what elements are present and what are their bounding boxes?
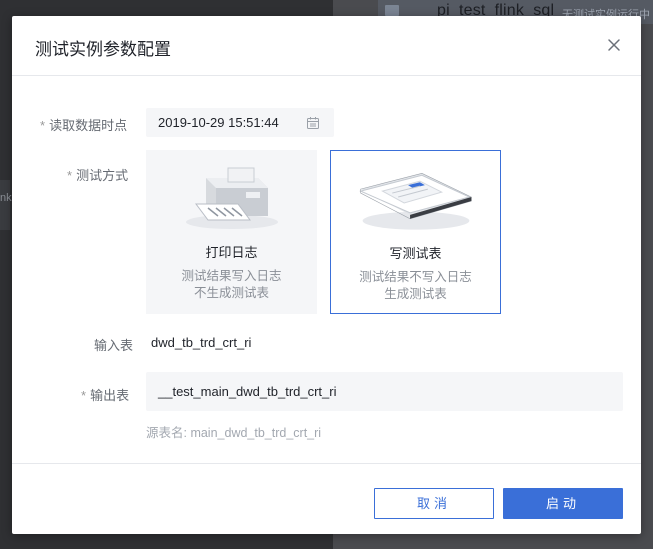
required-mark: *	[40, 118, 46, 133]
mode-card-write-table[interactable]: 写测试表 测试结果不写入日志 生成测试表	[330, 150, 501, 314]
mode-card-description: 测试结果写入日志 不生成测试表	[146, 268, 317, 302]
output-table-value: __test_main_dwd_tb_trd_crt_ri	[158, 384, 337, 399]
output-table-label: * 输出表	[81, 385, 129, 404]
calendar-icon	[307, 117, 319, 129]
background-side-block	[0, 180, 10, 230]
output-table-input[interactable]: __test_main_dwd_tb_trd_crt_ri	[146, 372, 623, 411]
source-table-hint: 源表名: main_dwd_tb_trd_crt_ri	[146, 426, 322, 440]
mode-card-title: 写测试表	[389, 246, 442, 261]
input-table-value: dwd_tb_trd_crt_ri	[151, 335, 252, 350]
input-table-label: 输入表	[94, 338, 134, 353]
mode-card-desc-line: 不生成测试表	[193, 286, 269, 300]
printer-icon	[186, 167, 278, 229]
cancel-button[interactable]: 取消	[374, 488, 494, 519]
read-time-label: * 读取数据时点	[40, 115, 127, 134]
read-time-label-text: 读取数据时点	[49, 118, 128, 133]
mode-card-print-log[interactable]: 打印日志 测试结果写入日志 不生成测试表	[146, 150, 317, 314]
start-button[interactable]: 启动	[503, 488, 623, 519]
test-mode-label-text: 测试方式	[76, 168, 129, 183]
dialog-title: 测试实例参数配置	[35, 40, 171, 59]
test-mode-label: * 测试方式	[67, 165, 128, 184]
background-side-text: nk	[0, 192, 12, 204]
required-mark: *	[81, 388, 87, 403]
mode-card-desc-line: 生成测试表	[384, 287, 447, 301]
mode-card-desc-line: 测试结果写入日志	[181, 269, 282, 283]
folder-icon	[385, 5, 399, 16]
mode-card-description: 测试结果不写入日志 生成测试表	[331, 269, 500, 303]
table-sheet-icon	[359, 172, 472, 230]
dialog-footer: 取消 启动	[12, 463, 641, 534]
dialog-header: 测试实例参数配置	[12, 16, 641, 76]
close-icon[interactable]	[604, 35, 624, 55]
test-instance-config-dialog: 测试实例参数配置 * 读取数据时点 2019-10-29 15:51:44 * 测试…	[12, 16, 641, 534]
read-time-date-picker[interactable]: 2019-10-29 15:51:44	[146, 108, 334, 137]
mode-card-title: 打印日志	[205, 245, 258, 260]
read-time-value: 2019-10-29 15:51:44	[158, 115, 279, 130]
mode-card-desc-line: 测试结果不写入日志	[359, 270, 472, 284]
required-mark: *	[67, 168, 73, 183]
output-table-label-text: 输出表	[90, 388, 130, 403]
